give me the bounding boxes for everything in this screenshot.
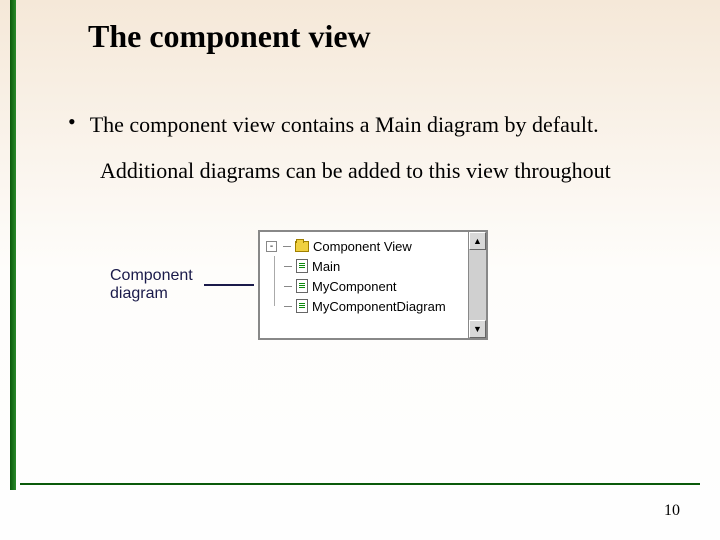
tree-connector (284, 266, 292, 267)
tree-child-row[interactable]: Main (284, 256, 466, 276)
folder-icon (295, 241, 309, 252)
tree-child-row[interactable]: MyComponentDiagram (284, 296, 466, 316)
tree-root-label: Component View (313, 239, 412, 254)
diagram-icon (296, 279, 308, 293)
caption-line-2: diagram (110, 285, 200, 303)
slide-title: The component view (88, 18, 371, 55)
tree-child-label: MyComponent (312, 279, 397, 294)
diagram-icon (296, 299, 308, 313)
caption-line-1: Component (110, 267, 200, 285)
scroll-down-button[interactable]: ▼ (469, 320, 486, 338)
diagram-icon (296, 259, 308, 273)
bullet-text-sub: Additional diagrams can be added to this… (100, 158, 611, 184)
figure-caption: Component diagram (110, 267, 200, 303)
tree-connector (284, 286, 292, 287)
footer-divider (20, 483, 700, 485)
tree-root-row[interactable]: - Component View (266, 236, 466, 256)
tree-child-row[interactable]: MyComponent (284, 276, 466, 296)
bullet-marker: • (68, 108, 76, 136)
expand-collapse-icon[interactable]: - (266, 241, 277, 252)
pointer-line (204, 284, 254, 286)
tree-panel: - Component View Main MyComponent (258, 230, 488, 340)
scrollbar[interactable]: ▲ ▼ (468, 232, 486, 338)
bullet-text-main: The component view contains a Main diagr… (90, 108, 599, 142)
tree-children: Main MyComponent MyComponentDiagram (284, 256, 466, 316)
slide-accent-bar (10, 0, 16, 490)
scroll-up-button[interactable]: ▲ (469, 232, 486, 250)
tree-content: - Component View Main MyComponent (266, 236, 466, 316)
figure: Component diagram - Component View Main (110, 225, 540, 345)
tree-connector (284, 306, 292, 307)
tree-child-label: Main (312, 259, 340, 274)
tree-child-label: MyComponentDiagram (312, 299, 446, 314)
tree-connector (283, 246, 291, 247)
bullet-item: • The component view contains a Main dia… (68, 108, 658, 142)
page-number: 10 (664, 502, 680, 520)
